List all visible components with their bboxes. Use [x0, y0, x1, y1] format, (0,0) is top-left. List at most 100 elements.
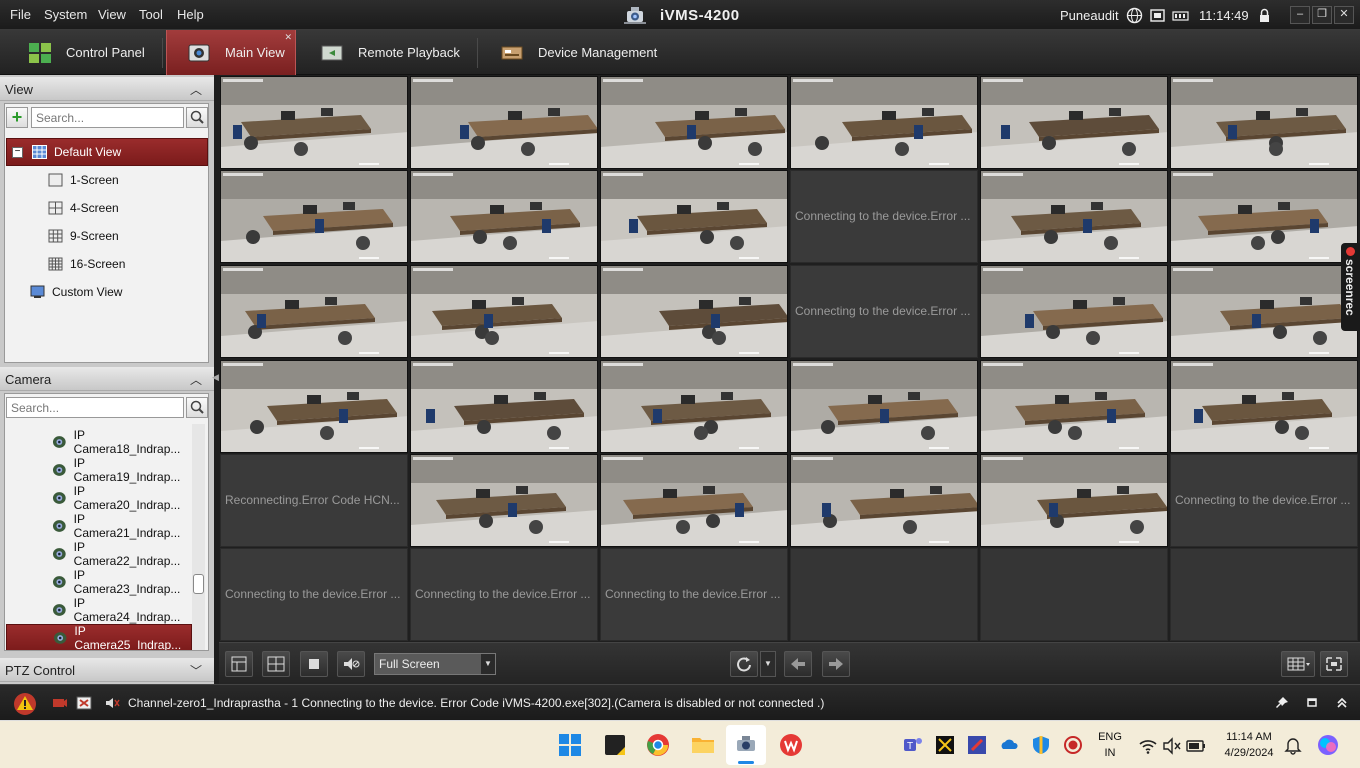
view-search-button[interactable] — [186, 107, 208, 128]
tab-main-view[interactable]: Main View ✕ — [166, 30, 296, 75]
camera-list-item[interactable]: IP Camera18_Indrap... — [6, 428, 192, 456]
ram-icon[interactable] — [1172, 7, 1189, 24]
tray-tool-icon[interactable] — [967, 735, 987, 755]
view-search-input[interactable]: Search... — [31, 107, 184, 128]
chevron-up-icon[interactable]: ︿ — [190, 81, 202, 98]
empty-camera-slot[interactable] — [980, 548, 1168, 641]
layout-menu-button[interactable] — [1281, 651, 1315, 677]
taskbar-date[interactable]: 4/29/2024 — [1216, 747, 1282, 759]
language-region[interactable]: IN — [1096, 747, 1124, 759]
security-shield-icon[interactable] — [1031, 735, 1051, 755]
minimize-button[interactable]: – — [1290, 6, 1310, 24]
alarm-sound-icon[interactable] — [104, 695, 120, 711]
scrollbar-thumb[interactable] — [193, 574, 204, 594]
camera-feed[interactable] — [600, 76, 788, 169]
camera-feed[interactable] — [980, 170, 1168, 263]
tab-device-management[interactable]: Device Management — [480, 30, 670, 75]
stop-all-button[interactable] — [300, 651, 328, 677]
alarm-event-icon[interactable] — [76, 695, 92, 711]
double-chevron-up-icon[interactable] — [1334, 695, 1350, 711]
camera-feed[interactable] — [790, 360, 978, 453]
camera-error-slot[interactable]: Connecting to the device.Error ... — [600, 548, 788, 641]
language-code[interactable]: ENG — [1096, 731, 1124, 743]
chevron-up-icon[interactable]: ︿ — [190, 371, 202, 388]
windows-start-icon[interactable] — [558, 733, 582, 757]
camera-feed[interactable] — [220, 360, 408, 453]
tab-remote-playback[interactable]: Remote Playback — [300, 30, 478, 75]
menu-view[interactable]: View — [98, 7, 126, 22]
tree-item-custom-view[interactable]: Custom View — [6, 278, 208, 306]
collapse-icon[interactable]: − — [12, 146, 23, 158]
view-panel-header[interactable]: View ︿ — [0, 77, 214, 101]
camera-panel-header[interactable]: Camera ︿ — [0, 367, 214, 391]
camera-feed[interactable] — [410, 76, 598, 169]
camera-list-item[interactable]: IP Camera22_Indrap... — [6, 540, 192, 568]
auto-switch-dropdown-icon[interactable]: ▼ — [760, 651, 776, 677]
chrome-icon[interactable] — [646, 733, 670, 757]
tab-close-icon[interactable]: ✕ — [284, 32, 292, 43]
close-button[interactable]: ✕ — [1334, 6, 1354, 24]
auto-switch-button[interactable] — [730, 651, 758, 677]
tree-item-4-screen[interactable]: 4-Screen — [6, 194, 208, 222]
save-view-button[interactable] — [225, 651, 253, 677]
cpu-icon[interactable] — [1149, 7, 1166, 24]
maximize-button[interactable]: ❐ — [1312, 6, 1332, 24]
sticky-notes-icon[interactable] — [603, 733, 627, 757]
camera-error-slot[interactable]: Connecting to the device.Error ... — [1170, 454, 1358, 547]
camera-list-item[interactable]: IP Camera19_Indrap... — [6, 456, 192, 484]
fullscreen-button[interactable] — [1320, 651, 1348, 677]
copilot-icon[interactable] — [1316, 733, 1340, 757]
camera-feed[interactable] — [220, 265, 408, 358]
notification-bell-icon[interactable] — [1283, 735, 1303, 755]
panel-collapse-icon[interactable]: ◀ — [212, 372, 219, 383]
tree-item-16-screen[interactable]: 16-Screen — [6, 250, 208, 278]
empty-camera-slot[interactable] — [1170, 548, 1358, 641]
camera-list-item[interactable]: IP Camera25_Indrap... — [6, 624, 192, 650]
tree-item-9-screen[interactable]: 9-Screen — [6, 222, 208, 250]
camera-feed[interactable] — [600, 170, 788, 263]
camera-feed[interactable] — [600, 360, 788, 453]
camera-feed[interactable] — [980, 76, 1168, 169]
wifi-icon[interactable] — [1138, 737, 1158, 755]
globe-icon[interactable] — [1126, 7, 1143, 24]
empty-camera-slot[interactable] — [790, 548, 978, 641]
menu-file[interactable]: File — [10, 7, 31, 22]
warning-icon[interactable] — [12, 692, 38, 716]
camera-feed[interactable] — [1170, 360, 1358, 453]
tray-app-icon[interactable] — [935, 735, 955, 755]
camera-error-slot[interactable]: Connecting to the device.Error ... — [790, 170, 978, 263]
camera-error-slot[interactable]: Reconnecting.Error Code HCN... — [220, 454, 408, 547]
camera-list-scrollbar[interactable] — [192, 424, 205, 650]
camera-feed[interactable] — [220, 170, 408, 263]
camera-feed[interactable] — [410, 454, 598, 547]
next-page-button[interactable] — [822, 651, 850, 677]
camera-error-slot[interactable]: Connecting to the device.Error ... — [410, 548, 598, 641]
alarm-camera-icon[interactable] — [52, 695, 68, 711]
camera-feed[interactable] — [1170, 76, 1358, 169]
add-view-button[interactable]: + — [6, 107, 28, 128]
camera-list-item[interactable]: IP Camera21_Indrap... — [6, 512, 192, 540]
camera-feed[interactable] — [410, 360, 598, 453]
menu-help[interactable]: Help — [177, 7, 204, 22]
tree-item-1-screen[interactable]: 1-Screen — [6, 166, 208, 194]
camera-feed[interactable] — [790, 454, 978, 547]
menu-system[interactable]: System — [44, 7, 87, 22]
lock-icon[interactable] — [1256, 7, 1273, 24]
camera-feed[interactable] — [980, 454, 1168, 547]
camera-list-item[interactable]: IP Camera20_Indrap... — [6, 484, 192, 512]
camera-list-item[interactable]: IP Camera23_Indrap... — [6, 568, 192, 596]
teams-icon[interactable]: T — [903, 735, 923, 755]
taskbar-time[interactable]: 11:14 AM — [1216, 731, 1282, 743]
camera-feed[interactable] — [1170, 170, 1358, 263]
mute-button[interactable] — [337, 651, 365, 677]
camera-search-input[interactable]: Search... — [6, 397, 184, 418]
ptz-panel-header[interactable]: PTZ Control ﹀ — [0, 658, 214, 682]
battery-icon[interactable] — [1186, 737, 1206, 755]
previous-page-button[interactable] — [784, 651, 812, 677]
tree-item-default-view[interactable]: − Default View — [6, 138, 208, 166]
camera-feed[interactable] — [790, 76, 978, 169]
camera-feed[interactable] — [980, 265, 1168, 358]
restore-icon[interactable] — [1304, 695, 1320, 711]
record-icon[interactable] — [1063, 735, 1083, 755]
dropdown-arrow-icon[interactable]: ▼ — [481, 654, 495, 674]
